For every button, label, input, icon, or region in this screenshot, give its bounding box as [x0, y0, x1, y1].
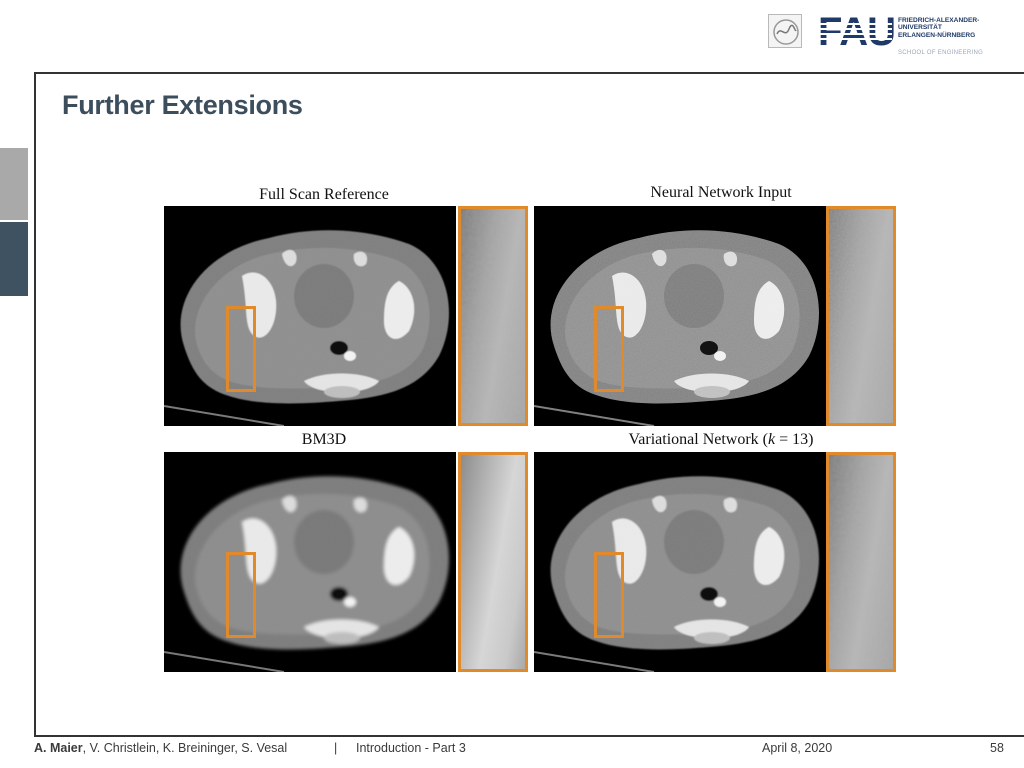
fau-logo: FAU FRIEDRICH-ALEXANDER- UNIVERSITÄT ERL…: [818, 12, 1008, 60]
ct-image-bm3d: [164, 452, 456, 672]
zoom-inset-noise: [461, 209, 525, 423]
footer-authors: A. Maier, V. Christlein, K. Breininger, …: [34, 741, 287, 755]
roi-highlight-box: [226, 306, 256, 392]
side-tab-light: [0, 148, 28, 220]
caption-variational-network: Variational Network (k = 13): [556, 431, 886, 449]
zoom-inset-bm3d: [458, 452, 528, 672]
roi-highlight-box: [594, 306, 624, 392]
caption-full-scan-reference: Full Scan Reference: [259, 186, 389, 203]
roi-highlight-box: [226, 552, 256, 638]
fau-logo-text: FAU: [818, 10, 896, 54]
footer-author-others: , V. Christlein, K. Breininger, S. Vesal: [82, 741, 288, 755]
side-tab-dark: [0, 222, 28, 296]
roi-highlight-box: [594, 552, 624, 638]
university-name-line3: ERLANGEN-NÜRNBERG: [898, 31, 976, 39]
footer-date: April 8, 2020: [762, 741, 833, 755]
zoom-inset-variational-network: [826, 452, 896, 672]
caption-variational-suffix: = 13): [775, 431, 814, 448]
slide-title: Further Extensions: [62, 90, 303, 120]
footer-author-main: A. Maier: [34, 741, 83, 755]
zoom-inset-texture: [461, 455, 525, 669]
zoom-inset-full-scan-reference: [458, 206, 528, 426]
university-name-line2: UNIVERSITÄT: [898, 24, 942, 32]
footer-page-number: 58: [990, 741, 1004, 755]
footer-separator: |: [334, 741, 338, 755]
zoom-inset-neural-network-input: [826, 206, 896, 426]
ct-image-full-scan-reference: [164, 206, 456, 426]
zoom-inset-noise: [829, 455, 893, 669]
caption-neural-network-input: Neural Network Input: [650, 184, 792, 201]
ct-image-neural-network-input: [534, 206, 826, 426]
zoom-inset-noise: [829, 209, 893, 423]
caption-variational-prefix: Variational Network (: [628, 431, 769, 448]
caption-bm3d: BM3D: [301, 431, 347, 448]
ct-image-variational-network: [534, 452, 826, 672]
university-name: FRIEDRICH-ALEXANDER- UNIVERSITÄT ERLANGE…: [898, 17, 979, 39]
school-name: SCHOOL OF ENGINEERING: [898, 50, 984, 56]
footer-course: Introduction - Part 3: [356, 741, 466, 755]
university-seal-logo: [768, 14, 802, 48]
slide-footer: A. Maier, V. Christlein, K. Breininger, …: [34, 741, 1024, 759]
